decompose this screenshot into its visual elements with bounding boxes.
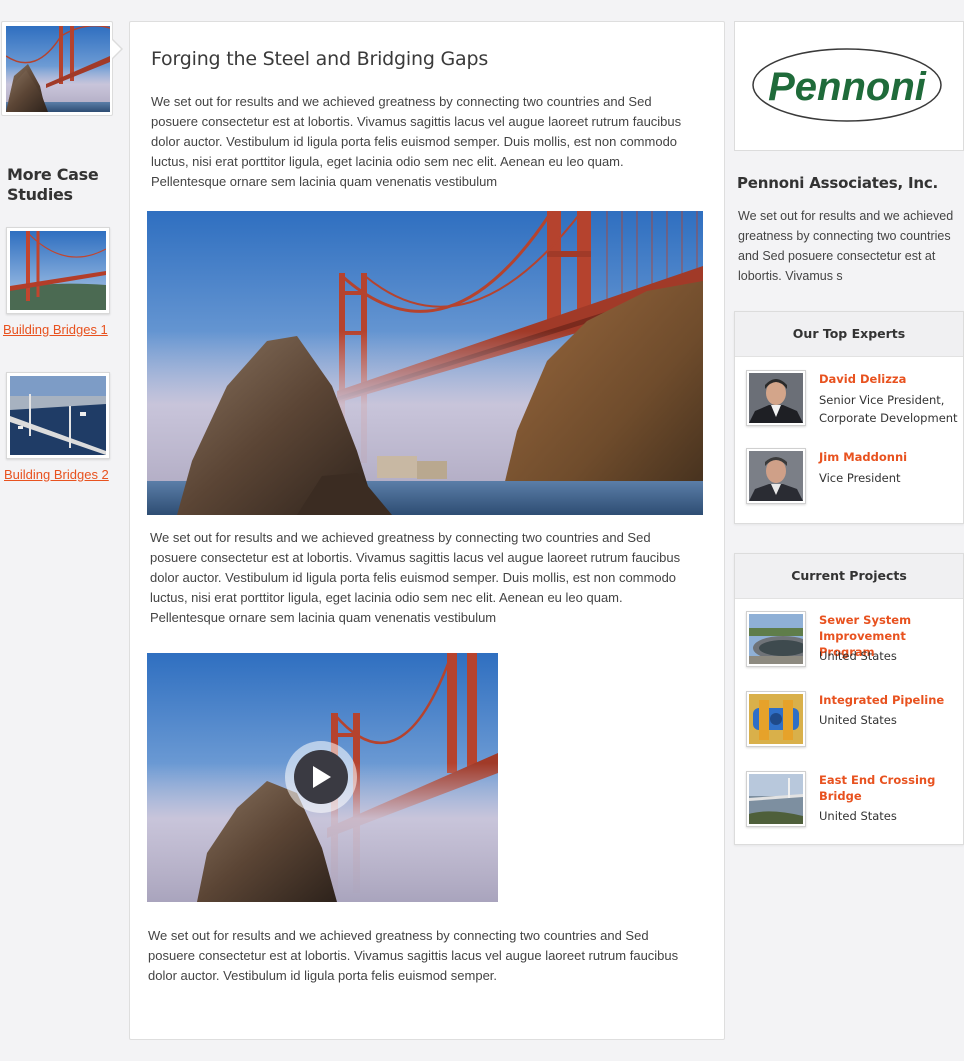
current-projects-heading: Current Projects: [735, 554, 963, 599]
active-indicator-arrow: [111, 38, 123, 60]
article-paragraph-1: We set out for results and we achieved g…: [151, 94, 682, 189]
bridge-photo-2: [10, 376, 106, 455]
more-case-studies-heading: More Case Studies: [7, 165, 99, 204]
top-experts-heading: Our Top Experts: [735, 312, 963, 357]
expert-role: Senior Vice President,: [819, 393, 945, 407]
top-experts-panel: Our Top Experts David Delizza Senior Vic…: [734, 311, 964, 524]
case-study-link-2[interactable]: Building Bridges 2: [4, 467, 109, 482]
play-icon: [313, 766, 331, 788]
current-case-thumbnail[interactable]: [1, 21, 123, 116]
project-location: United States: [819, 649, 897, 663]
golden-gate-thumbnail-image: [6, 26, 110, 112]
article-title: Forging the Steel and Bridging Gaps: [151, 48, 489, 70]
golden-gate-main-image: [147, 211, 703, 515]
avatar[interactable]: [746, 448, 806, 504]
project-location: United States: [819, 809, 897, 823]
case-study-thumbnail-1[interactable]: [6, 227, 110, 314]
play-button[interactable]: [285, 741, 357, 813]
project-location: United States: [819, 713, 897, 727]
avatar[interactable]: [746, 370, 806, 426]
company-name: Pennoni Associates, Inc.: [737, 174, 939, 192]
project-thumbnail[interactable]: [746, 771, 806, 827]
case-study-link-1[interactable]: Building Bridges 1: [3, 322, 108, 337]
project-name[interactable]: Sewer System: [819, 612, 911, 628]
svg-text:Pennoni: Pennoni: [768, 65, 927, 109]
expert-role: Vice President: [819, 471, 901, 485]
company-logo-box: Pennoni: [734, 21, 964, 151]
article-paragraph-3: We set out for results and we achieved g…: [148, 928, 679, 983]
expert-name[interactable]: David Delizza: [819, 371, 906, 387]
company-description: We set out for results and we achieved g…: [738, 209, 954, 283]
case-study-thumbnail-2[interactable]: [6, 372, 110, 459]
video-player[interactable]: [147, 653, 498, 902]
project-name[interactable]: Integrated Pipeline: [819, 692, 944, 708]
article-paragraph-2: We set out for results and we achieved g…: [150, 530, 681, 625]
project-name[interactable]: Bridge: [819, 788, 862, 804]
expert-role: Corporate Development: [819, 411, 958, 425]
pennoni-logo: Pennoni: [752, 48, 942, 122]
expert-name[interactable]: Jim Maddonni: [819, 449, 907, 465]
project-thumbnail[interactable]: [746, 691, 806, 747]
project-name[interactable]: East End Crossing: [819, 772, 935, 788]
bridge-photo-1: [10, 231, 106, 310]
project-thumbnail[interactable]: [746, 611, 806, 667]
current-projects-panel: Current Projects Sewer System Improvemen…: [734, 553, 964, 845]
